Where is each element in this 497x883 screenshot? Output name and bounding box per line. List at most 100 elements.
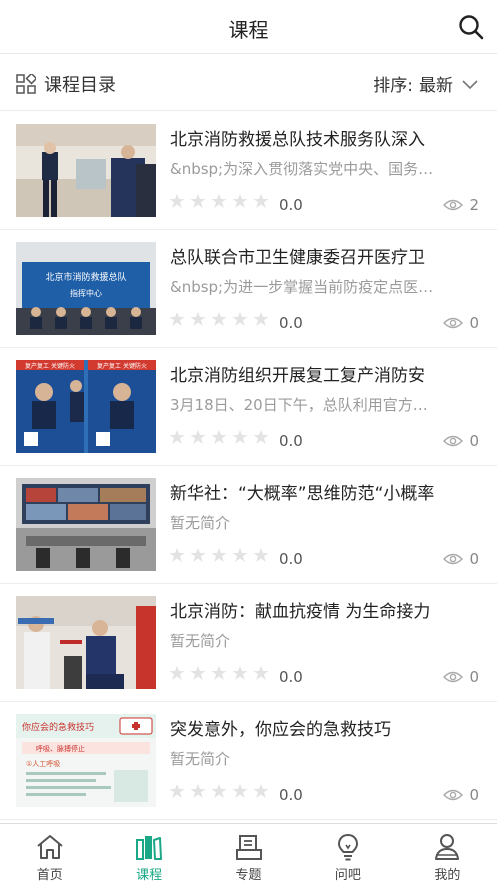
- star-icon: [232, 547, 248, 563]
- rating-stars: [169, 547, 269, 563]
- view-count-value: 2: [469, 196, 479, 214]
- filter-bar: 课程目录 排序: 最新: [0, 55, 497, 111]
- course-item[interactable]: 北京消防救援总队技术服务队深入 &nbsp;为深入贯彻落实党中央、国务… 0.0…: [0, 112, 497, 230]
- view-count-value: 0: [469, 668, 479, 686]
- star-icon: [169, 665, 185, 681]
- svg-text:指挥中心: 指挥中心: [70, 288, 102, 298]
- course-description: 3月18日、20日下午，总队利用官方微…: [170, 396, 442, 414]
- chevron-down-icon: [462, 79, 478, 89]
- star-icon: [253, 547, 269, 563]
- star-icon: [190, 547, 206, 563]
- svg-text:北京市消防救援总队: 北京市消防救援总队: [45, 271, 126, 283]
- svg-text:你应会的急救技巧: 你应会的急救技巧: [22, 721, 94, 733]
- rating-stars: [169, 783, 269, 799]
- rating-value: 0.0: [279, 196, 303, 214]
- course-list: 北京消防救援总队技术服务队深入 &nbsp;为深入贯彻落实党中央、国务… 0.0…: [0, 112, 497, 822]
- star-icon: [169, 429, 185, 445]
- course-item[interactable]: 复产复工 关键防火 复产复工 关键防火 北京消防组织开展复工复产消防安 3月18…: [0, 348, 497, 466]
- sort-value: 最新: [419, 76, 453, 96]
- star-icon: [190, 311, 206, 327]
- eye-icon: [443, 789, 464, 801]
- view-count: 0: [443, 668, 479, 686]
- rating-value: 0.0: [279, 550, 303, 568]
- star-icon: [253, 429, 269, 445]
- star-icon: [211, 665, 227, 681]
- course-icon: [136, 836, 163, 860]
- rating-stars: [169, 665, 269, 681]
- course-item[interactable]: 北京市消防救援总队 指挥中心 总队联合市卫生健康委召开医疗卫 &nbsp;为进一…: [0, 230, 497, 348]
- star-icon: [232, 193, 248, 209]
- top-nav-bar: 课程: [0, 0, 497, 54]
- tab-label: 我的: [434, 868, 461, 883]
- sort-dropdown[interactable]: 排序: 最新: [373, 71, 479, 96]
- star-icon: [211, 311, 227, 327]
- rating-stars: [169, 193, 269, 209]
- eye-icon: [443, 435, 464, 447]
- star-icon: [253, 193, 269, 209]
- star-icon: [253, 665, 269, 681]
- svg-text:呼吸、脉搏停止: 呼吸、脉搏停止: [36, 744, 85, 753]
- catalog-grid-icon[interactable]: [16, 74, 36, 94]
- eye-icon: [443, 553, 464, 565]
- star-icon: [211, 783, 227, 799]
- star-icon: [190, 429, 206, 445]
- star-icon: [232, 311, 248, 327]
- star-icon: [169, 547, 185, 563]
- course-description: &nbsp;为深入贯彻落实党中央、国务…: [170, 160, 434, 178]
- profile-icon: [435, 834, 460, 860]
- rating-value: 0.0: [279, 786, 303, 804]
- catalog-button[interactable]: 课程目录: [44, 71, 116, 97]
- tab-topic[interactable]: 专题: [199, 824, 298, 883]
- view-count-value: 0: [469, 786, 479, 804]
- course-title: 北京消防：献血抗疫情 为生命接力: [170, 602, 431, 622]
- star-icon: [169, 311, 185, 327]
- course-description: 暂无简介: [170, 750, 231, 768]
- page-title: 课程: [228, 18, 269, 42]
- course-item[interactable]: 你应会的急救技巧 呼吸、脉搏停止 ①人工呼吸 突发意外，你应会的急救技巧 暂无简…: [0, 702, 497, 820]
- star-icon: [169, 783, 185, 799]
- course-item[interactable]: 北京消防：献血抗疫情 为生命接力 暂无简介 0.0 0: [0, 584, 497, 702]
- course-thumbnail: 复产复工 关键防火 复产复工 关键防火: [16, 360, 156, 453]
- sort-prefix: 排序:: [373, 76, 413, 96]
- rating-value: 0.0: [279, 314, 303, 332]
- star-icon: [169, 193, 185, 209]
- view-count: 2: [443, 196, 479, 214]
- tab-label: 专题: [235, 868, 262, 883]
- view-count-value: 0: [469, 432, 479, 450]
- view-count-value: 0: [469, 314, 479, 332]
- course-item[interactable]: 新华社：“大概率”思维防范“小概率 暂无简介 0.0 0: [0, 466, 497, 584]
- course-description: 暂无简介: [170, 514, 231, 532]
- rating-stars: [169, 429, 269, 445]
- view-count: 0: [443, 786, 479, 804]
- star-icon: [190, 783, 206, 799]
- tab-label: 问吧: [334, 868, 361, 883]
- course-thumbnail: [16, 124, 156, 217]
- view-count-value: 0: [469, 550, 479, 568]
- svg-text:复产复工 关键防火: 复产复工 关键防火: [25, 362, 75, 370]
- star-icon: [190, 665, 206, 681]
- star-icon: [232, 429, 248, 445]
- bottom-tab-bar: 首页 课程 专题 问吧 我的: [0, 823, 497, 883]
- star-icon: [232, 665, 248, 681]
- star-icon: [253, 311, 269, 327]
- tab-profile[interactable]: 我的: [398, 824, 497, 883]
- rating-value: 0.0: [279, 668, 303, 686]
- tab-home[interactable]: 首页: [0, 824, 99, 883]
- star-icon: [211, 429, 227, 445]
- star-icon: [232, 783, 248, 799]
- tab-qa[interactable]: 问吧: [298, 824, 397, 883]
- course-title: 新华社：“大概率”思维防范“小概率: [170, 484, 435, 504]
- home-icon: [37, 835, 63, 859]
- star-icon: [211, 547, 227, 563]
- course-thumbnail: [16, 478, 156, 571]
- qa-bulb-icon: [337, 833, 358, 861]
- svg-text:①人工呼吸: ①人工呼吸: [26, 759, 60, 768]
- rating-stars: [169, 311, 269, 327]
- course-thumbnail: [16, 596, 156, 689]
- rating-value: 0.0: [279, 432, 303, 450]
- star-icon: [253, 783, 269, 799]
- tab-course[interactable]: 课程: [99, 824, 198, 883]
- eye-icon: [443, 199, 464, 211]
- search-icon[interactable]: [457, 13, 485, 41]
- topic-icon: [235, 835, 262, 860]
